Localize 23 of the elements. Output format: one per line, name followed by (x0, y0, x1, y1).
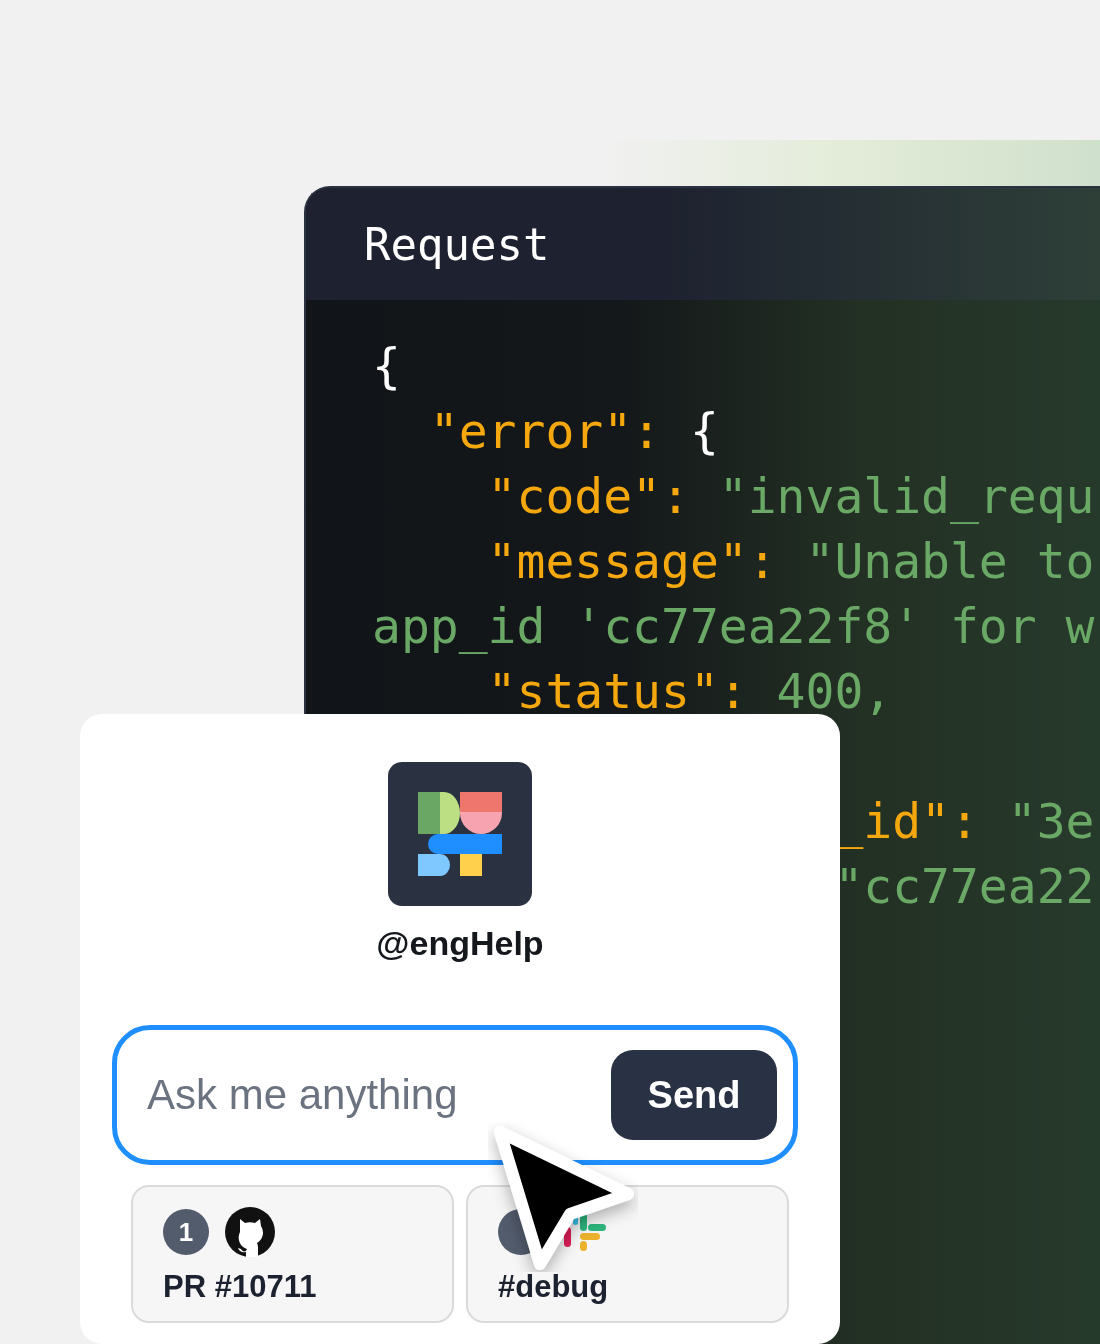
cat-logo-icon (225, 1207, 275, 1257)
code-text: 400, (775, 663, 893, 719)
code-text: { (688, 403, 719, 459)
code-text: "status": (486, 663, 748, 719)
count-badge: 1 (163, 1209, 209, 1255)
code-text: "Unable to (804, 533, 1095, 589)
bot-handle: @engHelp (376, 924, 544, 963)
code-text: "3e (1006, 793, 1095, 849)
code-text: "error": (428, 403, 661, 459)
send-button[interactable]: Send (611, 1050, 777, 1140)
code-text: "cc77ea22 (833, 858, 1095, 914)
logo-icon (388, 762, 532, 906)
source-label: PR #10711 (163, 1269, 318, 1305)
source-label: #debug (498, 1269, 610, 1305)
ask-field[interactable]: Ask me anything Send (112, 1025, 798, 1165)
code-text: "message": (486, 533, 777, 589)
code-text: _id": (833, 793, 979, 849)
code-text: { (372, 338, 401, 394)
source-card[interactable]: 1 PR #10711 (131, 1185, 454, 1323)
panel-title: Request (364, 218, 550, 270)
code-text: "code": (486, 468, 690, 524)
code-text: app_id 'cc77ea22f8' for w (372, 598, 1095, 654)
code-text: "invalid_requ (717, 468, 1095, 524)
